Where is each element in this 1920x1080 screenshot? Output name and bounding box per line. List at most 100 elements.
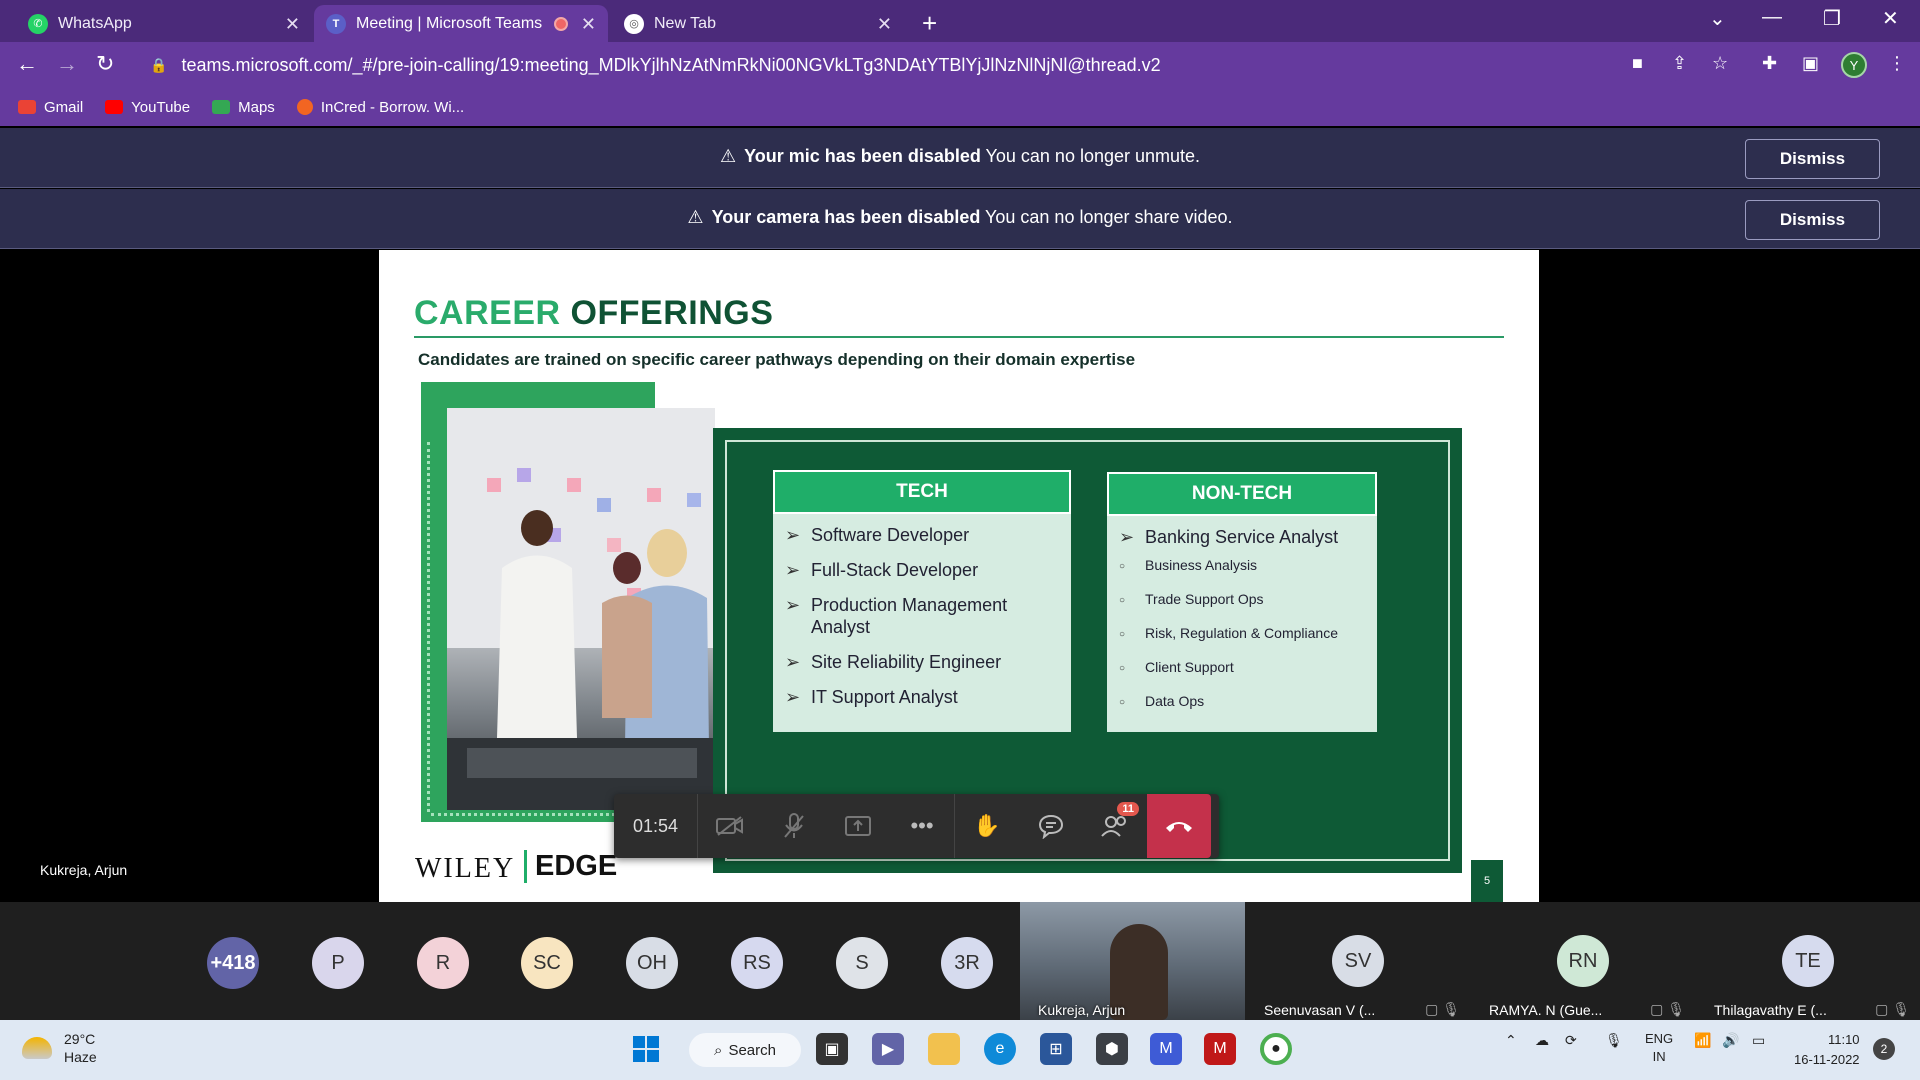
tab-whatsapp[interactable]: ✆ WhatsApp ✕	[16, 5, 312, 42]
onedrive-icon[interactable]: ☁	[1535, 1032, 1549, 1049]
dismiss-button[interactable]: Dismiss	[1745, 139, 1880, 179]
app-icon[interactable]: M	[1150, 1033, 1182, 1065]
menu-icon[interactable]: ⋮	[1888, 53, 1906, 74]
gmail-icon	[18, 100, 36, 114]
start-button[interactable]	[630, 1033, 662, 1065]
chrome-icon[interactable]: ●	[1260, 1033, 1292, 1065]
close-icon[interactable]: ✕	[877, 14, 892, 35]
more-options-icon[interactable]: •••	[890, 794, 954, 858]
participant-tile[interactable]: RN RAMYA. N (Gue... ▢ 🎙	[1475, 902, 1695, 1020]
windows-taskbar: 29°C Haze ⌕ Search ▣ ▶ e ⊞ ⬢ M M ● ⌃ ☁ ⟳ …	[0, 1020, 1920, 1080]
participant-tile[interactable]: SV Seenuvasan V (... ▢ 🎙	[1250, 902, 1470, 1020]
avatar[interactable]: R	[417, 937, 469, 989]
list-item-label: Production Management Analyst	[811, 595, 1008, 637]
clock[interactable]: 11:10 16-11-2022	[1794, 1030, 1860, 1070]
bookmarks-bar: Gmail YouTube Maps InCred - Borrow. Wi..…	[0, 88, 1920, 126]
list-item-label: IT Support Analyst	[811, 687, 958, 707]
app-icon[interactable]: ⬢	[1096, 1033, 1128, 1065]
tab-new-tab[interactable]: ◎ New Tab ✕	[612, 5, 904, 42]
participant-video-tile[interactable]: Kukreja, Arjun	[1020, 902, 1245, 1020]
battery-icon[interactable]: ▭	[1752, 1032, 1765, 1049]
slide-title: CAREER OFFERINGS	[414, 294, 773, 333]
tab-label: Meeting | Microsoft Teams	[356, 14, 543, 32]
edge-logo: EDGE	[524, 850, 617, 883]
bookmark-maps[interactable]: Maps	[212, 99, 275, 116]
profile-avatar[interactable]: Y	[1841, 52, 1867, 78]
leave-call-button[interactable]	[1147, 794, 1211, 858]
browser-tab-bar: ✆ WhatsApp ✕ T Meeting | Microsoft Teams…	[0, 0, 1920, 42]
avatar[interactable]: 3R	[941, 937, 993, 989]
share-screen-icon[interactable]	[826, 794, 890, 858]
participants-icon[interactable]: 11	[1083, 794, 1147, 858]
tech-heading: TECH	[773, 470, 1071, 514]
microphone-icon[interactable]: 🎙	[1605, 1032, 1623, 1049]
list-item: ➢ Production Management Analyst	[785, 594, 1059, 638]
bookmark-star-icon[interactable]: ☆	[1712, 53, 1728, 74]
avatar[interactable]: S	[836, 937, 888, 989]
close-icon[interactable]: ✕	[581, 14, 596, 35]
notification-badge[interactable]: 2	[1873, 1038, 1895, 1060]
weather-widget[interactable]: 29°C Haze	[22, 1030, 97, 1066]
region-code: IN	[1652, 1049, 1666, 1064]
extensions-icon[interactable]: ✚	[1762, 53, 1777, 74]
bookmark-gmail[interactable]: Gmail	[18, 99, 83, 116]
chat-icon[interactable]	[1019, 794, 1083, 858]
show-hidden-icons-button[interactable]: ⌃	[1505, 1032, 1517, 1049]
participant-tile[interactable]: TE Thilagavathy E (... ▢ 🎙	[1700, 902, 1920, 1020]
avatar[interactable]: RS	[731, 937, 783, 989]
tech-card: TECH ➢ Software Developer ➢ Full-Stack Dev…	[773, 470, 1071, 732]
mic-off-icon[interactable]	[762, 794, 826, 858]
bookmark-label: YouTube	[131, 98, 191, 116]
list-item-label: Client Support	[1145, 659, 1234, 675]
edge-browser-icon[interactable]: e	[984, 1033, 1016, 1065]
lock-icon[interactable]: 🔒	[150, 57, 167, 74]
list-item-label: Data Ops	[1145, 693, 1205, 709]
list-item-label: Site Reliability Engineer	[811, 652, 1002, 672]
close-window-button[interactable]: ✕	[1882, 6, 1899, 31]
reload-button[interactable]: ↻	[96, 51, 114, 77]
teams-chat-icon[interactable]: ▶	[872, 1033, 904, 1065]
hang-up-icon	[1166, 822, 1192, 832]
forward-button[interactable]: →	[56, 51, 78, 77]
sync-icon[interactable]: ⟳	[1565, 1032, 1577, 1049]
avatar[interactable]: SC	[521, 937, 573, 989]
taskbar-search[interactable]: ⌕ Search	[689, 1033, 801, 1067]
tab-teams-meeting[interactable]: T Meeting | Microsoft Teams ✕	[314, 5, 608, 42]
dismiss-button[interactable]: Dismiss	[1745, 200, 1880, 240]
list-item: ○ Trade Support Ops	[1119, 590, 1365, 610]
camera-blocked-icon[interactable]: ■	[1632, 53, 1643, 74]
close-icon[interactable]: ✕	[285, 14, 300, 35]
back-button[interactable]: ←	[16, 51, 38, 77]
bookmark-incred[interactable]: InCred - Borrow. Wi...	[296, 99, 464, 116]
team-photo	[447, 408, 715, 810]
share-icon[interactable]: ⇪	[1672, 53, 1687, 74]
overflow-participants-button[interactable]: +418	[207, 937, 259, 989]
mcafee-icon[interactable]: M	[1204, 1033, 1236, 1065]
file-explorer-icon[interactable]	[928, 1033, 960, 1065]
restore-button[interactable]: ❐	[1823, 6, 1841, 31]
haze-weather-icon	[22, 1037, 52, 1059]
minimize-button[interactable]: —	[1762, 6, 1782, 29]
url-field[interactable]: 🔒 teams.microsoft.com/_#/pre-join-callin…	[136, 48, 1686, 82]
microsoft-store-icon[interactable]: ⊞	[1040, 1033, 1072, 1065]
incred-icon	[296, 99, 313, 115]
avatar[interactable]: OH	[626, 937, 678, 989]
side-panel-icon[interactable]: ▣	[1802, 53, 1819, 74]
avatar: SV	[1332, 935, 1384, 987]
volume-icon[interactable]: 🔊	[1722, 1032, 1739, 1049]
banner-bold: Your mic has been disabled	[744, 146, 981, 166]
avatar[interactable]: P	[312, 937, 364, 989]
tab-search-icon[interactable]: ⌄	[1709, 6, 1726, 31]
camera-off-icon[interactable]	[698, 794, 762, 858]
bookmark-label: Maps	[238, 98, 275, 116]
new-tab-button[interactable]: +	[922, 8, 937, 39]
avatar: TE	[1782, 935, 1834, 987]
wifi-icon[interactable]: 📶	[1694, 1032, 1711, 1049]
task-view-icon[interactable]: ▣	[816, 1033, 848, 1065]
bookmark-youtube[interactable]: YouTube	[105, 99, 190, 116]
language-indicator[interactable]: ENG IN	[1645, 1030, 1673, 1066]
whatsapp-icon: ✆	[28, 13, 48, 34]
arrow-bullet-icon: ➢	[785, 595, 801, 615]
raise-hand-icon[interactable]: ✋	[955, 794, 1019, 858]
list-item: ➢ Full-Stack Developer	[785, 559, 1059, 581]
